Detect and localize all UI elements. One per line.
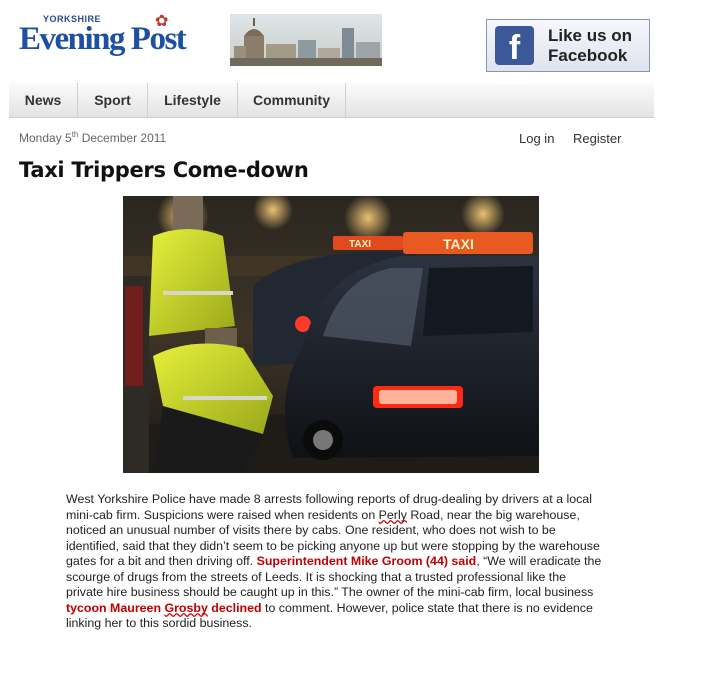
photo-taxi-sign-2: TAXI <box>443 236 474 252</box>
facebook-label: Like us on Facebook <box>548 26 633 65</box>
article-body: West Yorkshire Police have made 8 arrest… <box>66 492 602 630</box>
quote-attribution: Superintendent Mike Groom (44) said <box>256 554 477 568</box>
facebook-icon: f <box>495 26 534 67</box>
register-link[interactable]: Register <box>573 131 621 146</box>
city-skyline-image <box>230 14 382 66</box>
nav-item-news[interactable]: News <box>9 83 78 117</box>
photo-taxi-sign-1: TAXI <box>349 239 371 250</box>
logo-wordmark: Evening Post <box>19 21 187 57</box>
nav-item-lifestyle[interactable]: Lifestyle <box>148 83 238 117</box>
site-logo[interactable]: YORKSHIRE ✿ Evening Post <box>19 13 214 60</box>
current-date: Monday 5th December 2011 <box>19 130 167 145</box>
main-nav: News Sport Lifestyle Community <box>9 83 654 118</box>
article-photo: TAXI TAXI <box>123 196 539 473</box>
article-title: Taxi Trippers Come-down <box>19 158 309 182</box>
login-link[interactable]: Log in <box>519 131 554 146</box>
facebook-like-button[interactable]: f Like us on Facebook <box>486 19 650 72</box>
nav-item-sport[interactable]: Sport <box>78 83 148 117</box>
nav-item-community[interactable]: Community <box>238 83 346 117</box>
